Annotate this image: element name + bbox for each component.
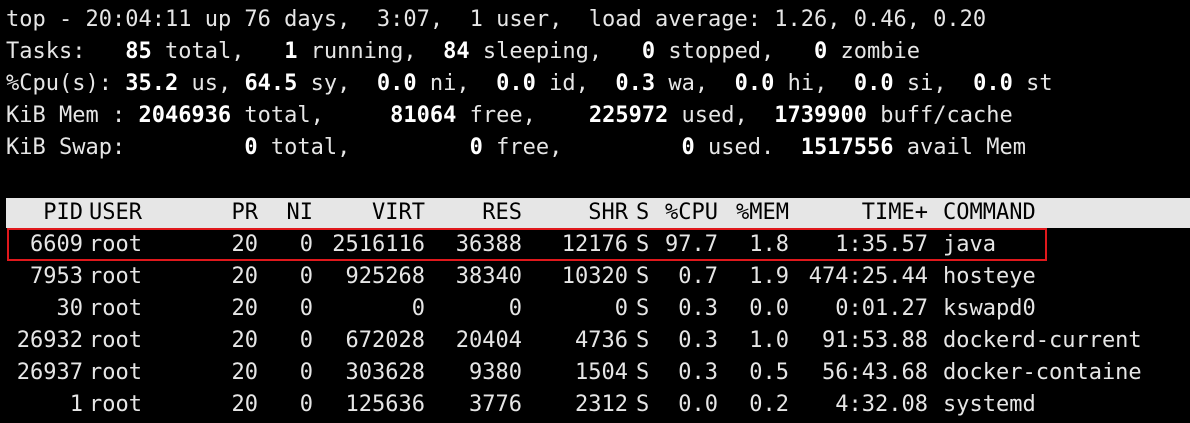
process-row: 30 root 20 0 0 0 0 S 0.3 0.0 0:01.27 kswapd0 <box>6 293 1190 325</box>
process-cell: 0 <box>299 328 313 353</box>
cpu-line: %Cpu(s): 35.2 us, 64.5 sy, 0.0 ni, 0.0 i… <box>6 71 1053 96</box>
column-header: NI <box>286 200 314 225</box>
process-cell: root <box>89 392 142 417</box>
column-header: PID <box>43 200 83 225</box>
process-cell: 0.3 <box>678 360 718 385</box>
process-cell: 30 <box>56 296 84 321</box>
process-cell: java <box>943 232 996 257</box>
process-cell: 0 <box>299 360 313 385</box>
process-table-header: PID USER PR NI VIRT RES SHR S %CPU %MEM TIME+ COMMA… <box>6 198 1190 228</box>
process-cell: 26937 <box>16 360 83 385</box>
process-cell: 4:32.08 <box>835 392 928 417</box>
process-cell: 0.3 <box>678 296 718 321</box>
process-cell: 0 <box>299 392 313 417</box>
process-cell: 0.0 <box>749 296 789 321</box>
mem-line: KiB Mem : 2046936 total, 81064 free, 225… <box>6 103 1013 128</box>
uptime-line: top - 20:04:11 up 76 days, 3:07, 1 user,… <box>6 7 987 32</box>
process-cell: 0 <box>299 264 313 289</box>
column-header: PR <box>231 200 259 225</box>
process-cell: 20 <box>231 392 259 417</box>
column-header: TIME+ <box>861 200 928 225</box>
process-row: 7953 root 20 0 925268 38340 10320 S 0.7 1.9 474:25… <box>6 261 1190 293</box>
process-cell: kswapd0 <box>943 296 1036 321</box>
process-cell: root <box>89 296 142 321</box>
process-cell: 0 <box>614 296 628 321</box>
process-cell: 3776 <box>469 392 522 417</box>
process-cell: root <box>89 328 142 353</box>
column-header: COMMAND <box>943 200 1036 225</box>
process-cell: S <box>636 296 650 321</box>
process-cell: 125636 <box>345 392 425 417</box>
process-cell: 97.7 <box>665 232 718 257</box>
process-row: 1 root 20 0 125636 3776 2312 S 0.0 0.2 4:32.08 syst… <box>6 389 1190 421</box>
process-cell: 1.8 <box>749 232 789 257</box>
process-cell: hosteye <box>943 264 1036 289</box>
process-cell: 1 <box>69 392 83 417</box>
process-cell: 4736 <box>575 328 628 353</box>
process-cell: 0 <box>299 296 313 321</box>
process-cell: systemd <box>943 392 1036 417</box>
column-header: RES <box>482 200 522 225</box>
terminal-window: top - 20:04:11 up 76 days, 3:07, 1 user,… <box>0 0 1190 423</box>
process-cell: 0 <box>508 296 522 321</box>
process-cell: 9380 <box>469 360 522 385</box>
column-header: S <box>636 200 650 225</box>
process-cell: 20 <box>231 232 259 257</box>
process-cell: 1:35.57 <box>835 232 928 257</box>
process-row: 26932 root 20 0 672028 20404 4736 S 0.3 1.0 91:53.… <box>6 325 1190 357</box>
process-row: 26937 root 20 0 303628 9380 1504 S 0.3 0.5 56:43.6… <box>6 357 1190 389</box>
process-cell: 1.0 <box>749 328 789 353</box>
process-cell: 20 <box>231 264 259 289</box>
process-cell: 2312 <box>575 392 628 417</box>
process-cell: 474:25.44 <box>808 264 928 289</box>
process-cell: 0.7 <box>678 264 718 289</box>
process-cell: 1504 <box>575 360 628 385</box>
process-cell: root <box>89 264 142 289</box>
process-cell: 7953 <box>30 264 83 289</box>
process-cell: 10320 <box>561 264 628 289</box>
process-cell: S <box>636 264 650 289</box>
process-cell: 12176 <box>561 232 628 257</box>
process-cell: 38340 <box>455 264 522 289</box>
process-cell: 0.2 <box>749 392 789 417</box>
column-header: VIRT <box>372 200 425 225</box>
process-cell: 672028 <box>345 328 425 353</box>
process-cell: 20 <box>231 360 259 385</box>
process-cell: 20 <box>231 296 259 321</box>
process-cell: 20 <box>231 328 259 353</box>
tasks-line: Tasks: 85 total, 1 running, 84 sleeping,… <box>6 39 921 64</box>
process-cell: root <box>89 232 142 257</box>
process-cell: 1.9 <box>749 264 789 289</box>
process-cell: 925268 <box>345 264 425 289</box>
process-cell: 0.3 <box>678 328 718 353</box>
process-cell: docker-containe <box>943 360 1142 385</box>
process-cell: 0.5 <box>749 360 789 385</box>
process-cell: 6609 <box>30 232 83 257</box>
process-cell: 0.0 <box>678 392 718 417</box>
process-cell: 0:01.27 <box>835 296 928 321</box>
column-header: %MEM <box>736 200 789 225</box>
swap-line: KiB Swap: 0 total, 0 free, 0 used. 15175… <box>6 135 1026 160</box>
process-cell: 0 <box>299 232 313 257</box>
column-header: SHR <box>588 200 628 225</box>
process-cell: 91:53.88 <box>822 328 928 353</box>
process-cell: root <box>89 360 142 385</box>
process-cell: S <box>636 328 650 353</box>
process-cell: dockerd-current <box>943 328 1142 353</box>
column-header: %CPU <box>665 200 718 225</box>
process-cell: S <box>636 392 650 417</box>
process-cell: 36388 <box>455 232 522 257</box>
process-cell: 26932 <box>16 328 83 353</box>
process-row: 6609 root 20 0 2516116 36388 12176 S 97.7 1.8 1:35… <box>6 229 1190 261</box>
process-cell: 303628 <box>345 360 425 385</box>
process-cell: 2516116 <box>332 232 425 257</box>
process-cell: S <box>636 232 650 257</box>
process-cell: 0 <box>411 296 425 321</box>
process-cell: S <box>636 360 650 385</box>
process-cell: 56:43.68 <box>822 360 928 385</box>
process-cell: 20404 <box>455 328 522 353</box>
column-header: USER <box>89 200 142 225</box>
